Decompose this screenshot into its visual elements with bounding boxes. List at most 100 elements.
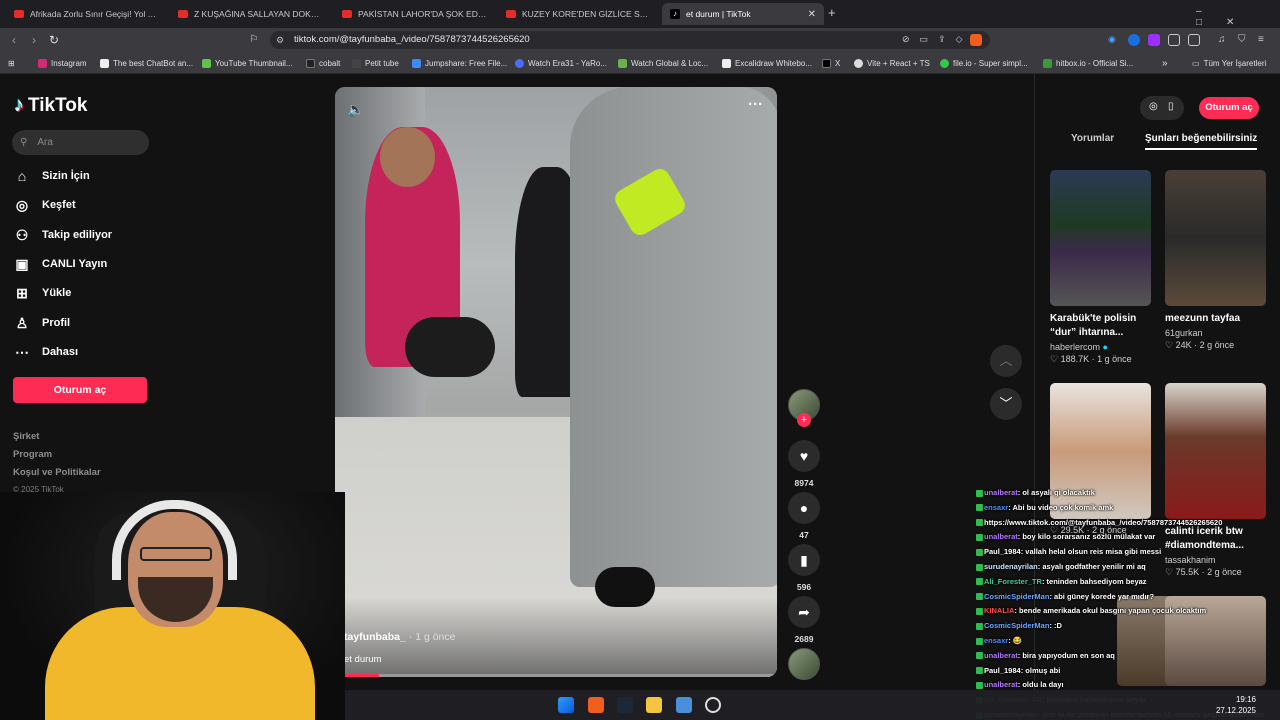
panel-icons[interactable]: ◎ ▯ <box>1140 96 1184 120</box>
bookmark-item[interactable]: cobalt <box>306 56 340 70</box>
author-avatar[interactable]: + <box>786 389 822 427</box>
browser-tab[interactable]: PAKİSTAN LAHOR'DA ŞOK EDEN GÜ... <box>334 3 496 25</box>
site-info-icon[interactable]: ⚙ <box>276 35 284 46</box>
folder-icon[interactable] <box>646 697 662 713</box>
tab-suggested[interactable]: Şunları beğenebilirsiniz <box>1145 133 1258 150</box>
brave-icon[interactable] <box>588 697 604 713</box>
bookmark-item[interactable]: Watch Era31 - YaRo... <box>515 56 607 70</box>
next-video-button[interactable]: ﹀ <box>990 388 1022 420</box>
bookmark-item[interactable]: Vite + React + TS <box>854 56 930 70</box>
bookmark-item[interactable]: Watch Global & Loc... <box>618 56 708 70</box>
tiktok-logo[interactable]: ♪ TikTok <box>14 94 87 117</box>
video-player[interactable]: 🔈 ··· tayfunbaba_ · 1 g önce et durum <box>335 87 777 677</box>
suggested-video-card[interactable]: Karabük'te polisin “dur” ihtarına... hab… <box>1050 170 1151 365</box>
url-field[interactable]: tiktok.com/@tayfunbaba_/video/7587873744… <box>270 31 990 49</box>
chat-badge-icon <box>976 607 983 615</box>
video-author[interactable]: tayfunbaba_ · 1 g önce <box>344 631 455 643</box>
chat-text: : boy kilo sorarsanız sözlü mülakat var <box>1017 532 1156 542</box>
card-author[interactable]: haberlercom ● <box>1050 342 1151 352</box>
music-disc-icon[interactable] <box>788 648 820 680</box>
bookmark-item[interactable]: Instagram <box>38 56 87 70</box>
previous-video-button[interactable]: ︿ <box>990 345 1022 377</box>
bookmark-item[interactable]: X <box>822 56 840 70</box>
nav-following[interactable]: ⚇ Takip ediliyor <box>14 224 112 246</box>
browser-tab[interactable]: KUZEY KORE'DEN GİZLİCE STEAM'E ... <box>498 3 660 25</box>
apps-icon[interactable]: ⊞ <box>8 56 15 70</box>
sidebar-icon[interactable] <box>1188 34 1200 46</box>
system-clock[interactable]: 19:16 27.12.2025 <box>1216 694 1256 716</box>
video-caption: et durum <box>344 654 382 665</box>
save-action[interactable]: ▮ 596 <box>786 544 822 592</box>
footer-program-link[interactable]: Program <box>13 449 52 460</box>
nav-profile[interactable]: ♙ Profil <box>14 312 70 334</box>
bookmark-item[interactable]: Petit tube <box>352 56 399 70</box>
music-disc[interactable] <box>786 648 822 680</box>
bookmark-item[interactable]: The best ChatBot an... <box>100 56 193 70</box>
video-progress-bar[interactable] <box>335 674 777 677</box>
nav-explore[interactable]: ◎ Keşfet <box>14 194 76 216</box>
nav-upload[interactable]: ⊞ Yükle <box>14 282 71 304</box>
reload-icon[interactable]: ↻ <box>46 32 62 48</box>
card-author[interactable]: 61gurkan <box>1165 328 1266 338</box>
follow-plus-icon[interactable]: + <box>797 413 811 427</box>
suggested-video-card[interactable]: meezunn tayfaa 61gurkan ♡ 24K · 2 g önce <box>1165 170 1266 351</box>
bookmark-item[interactable]: hitbox.io - Official Si... <box>1043 56 1133 70</box>
share-icon[interactable]: ➦ <box>788 596 820 628</box>
extension-icon[interactable] <box>1148 34 1160 46</box>
bookmark-item[interactable]: file.io - Super simpl... <box>940 56 1028 70</box>
volume-icon[interactable]: 🔈 <box>347 101 364 118</box>
footer-company-link[interactable]: Şirket <box>13 431 39 442</box>
tab-comments[interactable]: Yorumlar <box>1071 133 1114 144</box>
bookmark-icon[interactable]: ▮ <box>788 544 820 576</box>
back-icon[interactable]: ‹ <box>6 32 22 48</box>
windows-start-icon[interactable] <box>558 697 574 713</box>
window-controls[interactable]: –□✕ <box>1196 6 1280 28</box>
address-actions[interactable]: ⊘ ▭ ⇪ ◇ <box>902 34 968 46</box>
extension-icon[interactable]: ◉ <box>1108 34 1120 46</box>
steam-icon[interactable] <box>617 697 633 713</box>
comment-icon[interactable]: ● <box>788 492 820 524</box>
browser-tab[interactable]: Z KUŞAĞINA SALLAYAN DOKTOR - Y... <box>170 3 332 25</box>
panel-login-button[interactable]: Oturum aç <box>1199 97 1259 119</box>
forward-icon[interactable]: › <box>26 32 42 48</box>
comment-action[interactable]: ● 47 <box>786 492 822 540</box>
new-tab-button[interactable]: + <box>828 5 836 20</box>
phone-icon[interactable]: ▯ <box>1168 101 1174 112</box>
bookmark-item[interactable]: YouTube Thumbnail... <box>202 56 293 70</box>
app-icon[interactable] <box>676 697 692 713</box>
compass-icon[interactable]: ◎ <box>1149 101 1158 112</box>
home-icon: ⌂ <box>17 168 27 184</box>
bookmark-item[interactable]: Jumpshare: Free File... <box>412 56 507 70</box>
vpn-icon[interactable]: ⛉ <box>1238 34 1250 46</box>
heart-outline-icon: ♡ <box>1050 354 1059 364</box>
obs-icon[interactable] <box>705 697 721 713</box>
era31-icon <box>515 58 524 68</box>
browser-tab[interactable]: Afrikada Zorlu Sınır Geçişi! Yol Yok R..… <box>6 3 168 25</box>
more-options-icon[interactable]: ··· <box>748 96 763 113</box>
menu-icon[interactable]: ≡ <box>1258 34 1270 46</box>
search-input[interactable]: ⚲ Ara <box>12 130 149 155</box>
extension-icon[interactable] <box>1128 34 1140 46</box>
footer-terms-link[interactable]: Koşul ve Politikalar <box>13 467 101 478</box>
login-button[interactable]: Oturum aç <box>13 377 147 403</box>
video-thumbnail[interactable] <box>1165 170 1266 306</box>
extensions-puzzle-icon[interactable] <box>1168 34 1180 46</box>
bookmark-icon[interactable]: ⚐ <box>246 32 262 48</box>
like-action[interactable]: ♥ 8974 <box>786 440 822 488</box>
close-tab-icon[interactable]: ✕ <box>808 9 816 20</box>
video-thumbnail[interactable] <box>1050 170 1151 306</box>
music-icon[interactable]: ♫ <box>1218 34 1230 46</box>
all-bookmarks-button[interactable]: ▭ Tüm Yer İşaretleri <box>1192 56 1266 70</box>
chat-badge-icon <box>976 681 983 689</box>
nav-more[interactable]: ⋯ Dahası <box>14 341 78 363</box>
heart-icon[interactable]: ♥ <box>788 440 820 472</box>
thumbnail-icon <box>202 58 211 68</box>
bookmark-item[interactable]: Excalidraw Whitebo... <box>722 56 812 70</box>
more-icon: ⋯ <box>15 343 29 360</box>
share-action[interactable]: ➦ 2689 <box>786 596 822 644</box>
nav-live[interactable]: ▣ CANLI Yayın <box>14 253 107 275</box>
nav-for-you[interactable]: ⌂ Sizin İçin <box>14 165 90 187</box>
bookmarks-more-button[interactable]: » <box>1162 56 1168 70</box>
browser-tab-active[interactable]: ♪ et durum | TikTok ✕ <box>662 3 824 25</box>
brave-shield-icon[interactable] <box>970 34 982 46</box>
